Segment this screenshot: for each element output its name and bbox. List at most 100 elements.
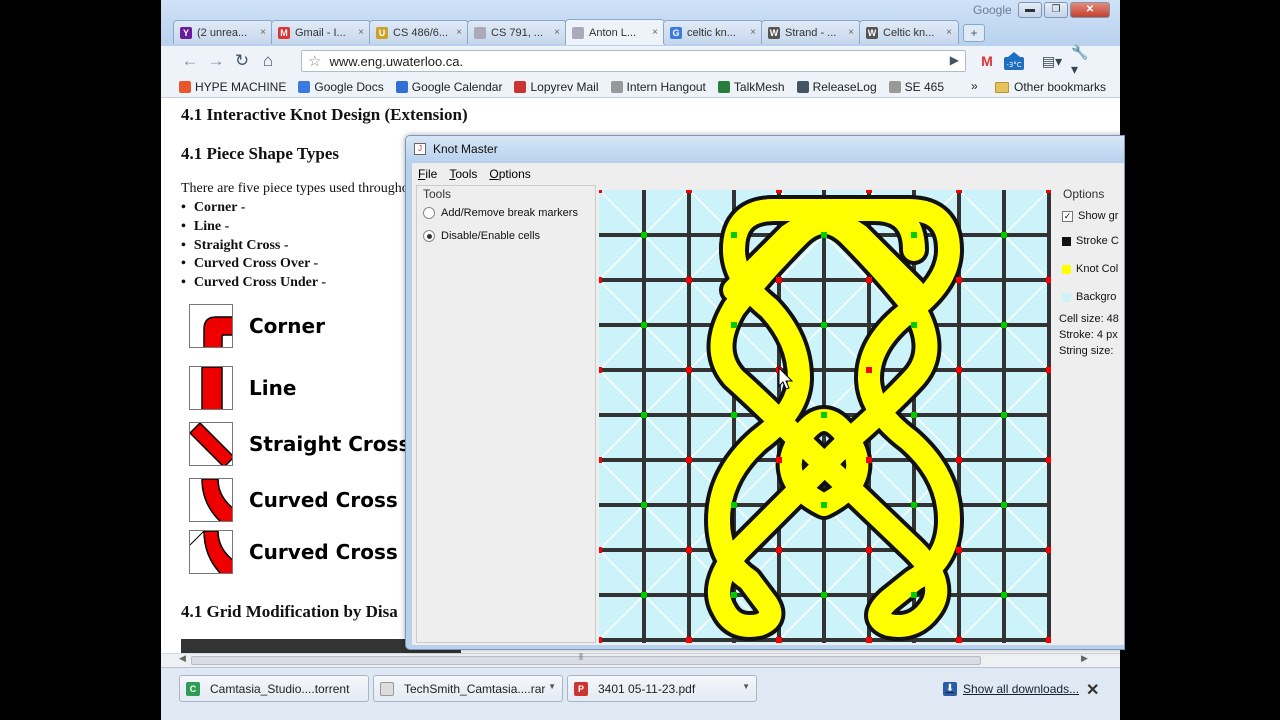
close-tab-icon[interactable]: × bbox=[554, 27, 560, 38]
section-heading-piece-types: 4.1 Piece Shape Types bbox=[181, 144, 340, 163]
bookmark-item[interactable]: Intern Hangout bbox=[610, 80, 706, 94]
url-text[interactable]: www.eng.uwaterloo.ca. bbox=[329, 54, 463, 69]
weather-extension-icon[interactable]: -3°C bbox=[1003, 50, 1025, 72]
new-tab-button[interactable]: + bbox=[963, 24, 985, 42]
minimize-button[interactable]: ▬ bbox=[1018, 2, 1042, 18]
knot-color-option[interactable]: Knot Col bbox=[1062, 263, 1118, 275]
more-bookmarks-chevron-icon[interactable]: » bbox=[971, 79, 978, 93]
knot-drawing[interactable] bbox=[599, 190, 1051, 643]
download-menu-caret-icon[interactable]: ▼ bbox=[742, 682, 750, 691]
break-marker-node bbox=[866, 190, 872, 193]
cell-center-node bbox=[1001, 412, 1007, 418]
stroke-color-swatch[interactable] bbox=[1062, 236, 1071, 246]
close-download-shelf-button[interactable]: ✕ bbox=[1086, 680, 1099, 700]
checkbox-checked-icon[interactable]: ✓ bbox=[1062, 210, 1073, 222]
options-panel: Options ✓ Show gr Stroke C Knot Col Back… bbox=[1057, 185, 1124, 643]
browser-tab[interactable]: M Gmail - I... × bbox=[271, 20, 371, 44]
background-color-swatch[interactable] bbox=[1062, 292, 1071, 302]
bookmark-item[interactable]: Lopyrev Mail bbox=[514, 80, 599, 94]
break-marker-node bbox=[599, 277, 602, 283]
piece-name: Curved Cross O bbox=[249, 488, 422, 512]
bookmark-label: Google Calendar bbox=[411, 79, 503, 94]
download-filename: TechSmith_Camtasia....rar bbox=[404, 681, 546, 696]
break-marker-node bbox=[1046, 637, 1051, 643]
browser-tab[interactable]: Y (2 unrea... × bbox=[173, 20, 273, 44]
close-tab-icon[interactable]: × bbox=[848, 27, 854, 38]
break-marker-node bbox=[866, 277, 872, 283]
piece-name: Curved Cross U bbox=[249, 540, 421, 564]
radio-button[interactable] bbox=[423, 207, 435, 219]
address-bar[interactable]: ☆ www.eng.uwaterloo.ca. ▶ bbox=[301, 50, 966, 72]
close-tab-icon[interactable]: × bbox=[456, 27, 462, 38]
download-item[interactable]: C Camtasia_Studio....torrent bbox=[179, 675, 369, 702]
download-item[interactable]: TechSmith_Camtasia....rar ▼ bbox=[373, 675, 563, 702]
close-tab-icon[interactable]: × bbox=[652, 27, 658, 38]
browser-tab[interactable]: W Celtic kn... × bbox=[859, 20, 959, 44]
break-marker-node bbox=[956, 190, 962, 193]
bookmark-item[interactable]: Google Calendar bbox=[395, 79, 503, 94]
bookmark-item[interactable]: ReleaseLog bbox=[796, 79, 877, 94]
knot-canvas[interactable] bbox=[599, 190, 1051, 643]
bookmark-star-icon[interactable]: ☆ bbox=[308, 52, 321, 70]
close-tab-icon[interactable]: × bbox=[260, 27, 266, 38]
maximize-button[interactable]: ❐ bbox=[1044, 2, 1068, 18]
menu-file[interactable]: File bbox=[418, 167, 437, 181]
yahoo-icon: Y bbox=[180, 26, 192, 39]
horizontal-scrollbar[interactable]: ◀ ⦀ ▶ bbox=[161, 652, 1120, 667]
bookmark-item[interactable]: SE 465 bbox=[888, 80, 944, 94]
cell-center-node bbox=[821, 232, 827, 238]
home-button[interactable]: ⌂ bbox=[255, 48, 281, 74]
knot-master-titlebar[interactable]: J Knot Master bbox=[406, 136, 1124, 162]
show-all-downloads-link[interactable]: ⬇ Show all downloads... bbox=[943, 682, 1079, 696]
options-panel-title: Options bbox=[1061, 187, 1107, 201]
list-item: Curved Cross Under - bbox=[181, 274, 326, 293]
piece-straight-cross: Straight Cross bbox=[189, 422, 410, 466]
go-arrow-icon[interactable]: ▶ bbox=[950, 53, 959, 67]
close-tab-icon[interactable]: × bbox=[358, 27, 364, 38]
gmail-extension-icon[interactable]: M bbox=[976, 50, 998, 72]
bookmark-label: ReleaseLog bbox=[812, 79, 877, 94]
curved-cross-over-piece-icon bbox=[189, 478, 233, 522]
back-button[interactable]: ← bbox=[177, 48, 203, 74]
bookmark-item[interactable]: HYPE MACHINE bbox=[179, 80, 286, 94]
browser-tab[interactable]: U CS 486/6... × bbox=[369, 20, 469, 44]
page-menu-icon[interactable]: ▤▾ bbox=[1041, 50, 1063, 72]
menu-options[interactable]: Options bbox=[489, 167, 530, 181]
cell-center-node bbox=[641, 412, 647, 418]
other-bookmarks[interactable]: Other bookmarks bbox=[995, 80, 1106, 94]
cell-center-node bbox=[641, 232, 647, 238]
scroll-left-icon[interactable]: ◀ bbox=[179, 653, 186, 664]
break-marker-node bbox=[1046, 367, 1051, 373]
menu-tools[interactable]: Tools bbox=[449, 167, 477, 181]
wrench-menu-icon[interactable]: 🔧▾ bbox=[1071, 44, 1093, 77]
browser-tab[interactable]: W Strand - ... × bbox=[761, 20, 861, 44]
download-item[interactable]: P 3401 05-11-23.pdf ▼ bbox=[567, 675, 757, 702]
forward-button[interactable]: → bbox=[203, 48, 229, 74]
radio-button-selected[interactable] bbox=[423, 230, 435, 242]
bookmark-item[interactable]: Google Docs bbox=[298, 80, 384, 94]
radio-disable-enable-cells[interactable]: Disable/Enable cells bbox=[423, 230, 540, 242]
download-menu-caret-icon[interactable]: ▼ bbox=[548, 682, 556, 691]
tab-label: CS 486/6... bbox=[393, 26, 449, 39]
close-tab-icon[interactable]: × bbox=[946, 27, 952, 38]
scrollbar-thumb[interactable] bbox=[191, 656, 981, 665]
cell-size-readout: Cell size: 48 bbox=[1059, 313, 1119, 325]
scroll-right-icon[interactable]: ▶ bbox=[1081, 653, 1088, 664]
bookmark-item[interactable]: TalkMesh bbox=[717, 80, 785, 94]
knot-color-swatch[interactable] bbox=[1062, 264, 1071, 274]
reload-button[interactable]: ↻ bbox=[229, 48, 255, 74]
radio-add-remove-break-markers[interactable]: Add/Remove break markers bbox=[423, 207, 578, 219]
cell-center-node bbox=[731, 592, 737, 598]
break-marker-node bbox=[776, 637, 782, 643]
browser-tab[interactable]: Gceltic kn... × bbox=[663, 20, 763, 44]
section-heading-interactive-knot: 4.1 Interactive Knot Design (Extension) bbox=[181, 105, 468, 124]
stroke-color-option[interactable]: Stroke C bbox=[1062, 235, 1119, 247]
close-tab-icon[interactable]: × bbox=[750, 27, 756, 38]
browser-tab[interactable]: CS 791, ... × bbox=[467, 20, 567, 44]
cell-center-node bbox=[821, 322, 827, 328]
show-grid-checkbox[interactable]: ✓ Show gr bbox=[1062, 210, 1118, 222]
background-color-option[interactable]: Backgro bbox=[1062, 291, 1116, 303]
close-window-button[interactable]: ✕ bbox=[1070, 2, 1110, 18]
bookmark-favicon-icon bbox=[179, 80, 191, 93]
browser-tab[interactable]: Anton L... × bbox=[565, 19, 665, 45]
